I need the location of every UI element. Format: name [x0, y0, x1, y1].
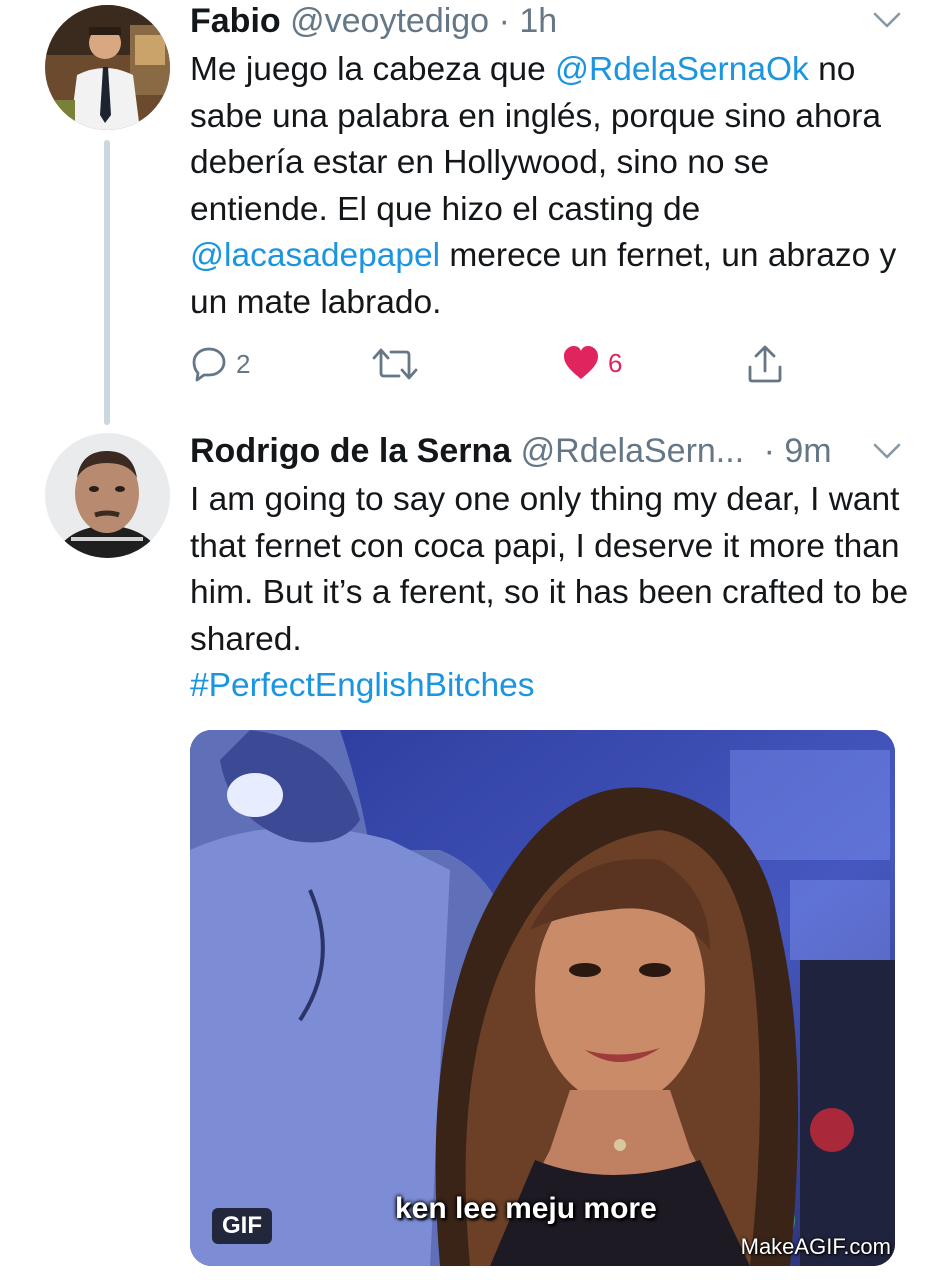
- timestamp[interactable]: · 9m: [764, 432, 832, 470]
- tweet-header: Fabio @veoytedigo · 1h: [190, 1, 557, 41]
- hashtag-link[interactable]: #PerfectEnglishBitches: [190, 667, 535, 704]
- gif-caption: ken lee meju more: [395, 1192, 657, 1225]
- reply-count: 2: [236, 348, 251, 379]
- tweet-header: Rodrigo de la Serna @RdelaSern... · 9m: [190, 431, 832, 471]
- chevron-down-icon[interactable]: [872, 441, 902, 461]
- retweet-icon: [372, 348, 418, 380]
- retweet-button[interactable]: [372, 345, 426, 383]
- gif-frame-image: [190, 730, 895, 1266]
- timestamp[interactable]: · 1h: [499, 2, 558, 40]
- username[interactable]: @veoytedigo: [290, 2, 489, 40]
- mention-link[interactable]: @lacasadepapel: [190, 237, 440, 274]
- username[interactable]: @RdelaSern...: [521, 432, 745, 470]
- avatar-fabio-image: [45, 5, 170, 130]
- tweet-text-part: I am going to say one only thing my dear…: [190, 481, 909, 658]
- reply-icon: [192, 347, 226, 382]
- gif-watermark: MakeAGIF.com: [740, 1234, 891, 1259]
- tweet-text: Me juego la cabeza que @RdelaSernaOk no …: [190, 47, 910, 326]
- reply-button[interactable]: 2: [190, 345, 250, 383]
- avatar-rodrigo-image: [45, 433, 170, 558]
- gif-badge: GIF: [212, 1208, 272, 1244]
- display-name[interactable]: Fabio: [190, 2, 281, 40]
- thread-connector-line: [104, 140, 110, 425]
- mention-link[interactable]: @RdelaSernaOk: [555, 51, 809, 88]
- tweet-text-part: Me juego la cabeza que: [190, 51, 556, 88]
- share-button[interactable]: [745, 343, 785, 385]
- like-button[interactable]: 6: [562, 345, 622, 381]
- like-count: 6: [608, 347, 623, 378]
- chevron-down-icon[interactable]: [872, 10, 902, 30]
- gif-media[interactable]: GIF ken lee meju more MakeAGIF.com: [190, 730, 895, 1266]
- avatar-fabio[interactable]: [45, 5, 170, 130]
- display-name[interactable]: Rodrigo de la Serna: [190, 432, 511, 470]
- share-icon: [748, 345, 782, 383]
- tweet-text: I am going to say one only thing my dear…: [190, 477, 910, 710]
- avatar-rodrigo[interactable]: [45, 433, 170, 558]
- heart-icon: [564, 346, 598, 379]
